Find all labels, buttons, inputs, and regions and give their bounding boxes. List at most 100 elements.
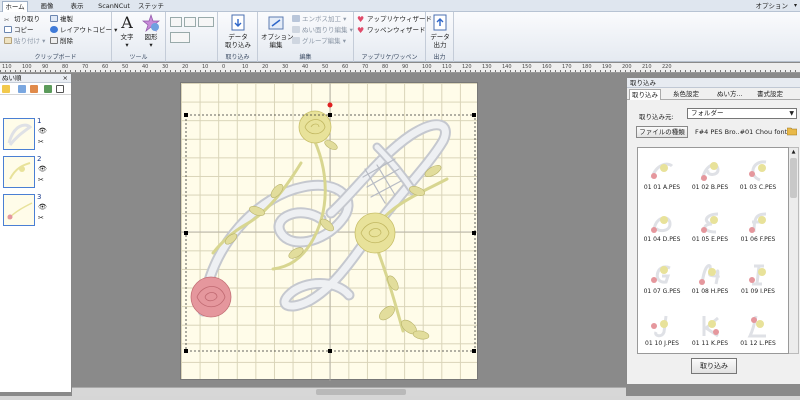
zoom-in-icon[interactable] [170,17,182,27]
fill-edit-button[interactable]: ぬい面りり編集 ▾ [292,25,353,35]
text-icon: A [121,13,133,32]
file-thumbnail [744,156,772,184]
duplicate-button[interactable]: 複製 [50,14,73,24]
tab-view[interactable]: 表示 [64,1,90,12]
order-tool-icon[interactable] [2,85,10,93]
scissors-icon[interactable]: ✂ [38,138,44,146]
copy-button[interactable]: コピー [4,25,34,35]
selection-handle[interactable] [472,113,476,117]
cut-button[interactable]: ✂ 切り取り [4,14,40,24]
eye-icon[interactable]: 👁 [38,127,47,135]
file-item[interactable]: 01 02 B.PES [690,152,730,202]
file-list-scrollbar[interactable]: ▲ [789,147,799,354]
pink-rose [190,276,232,318]
applique-wizard-button[interactable]: ♥ アップリケウィザード [357,14,432,24]
selection-handle[interactable] [184,113,188,117]
horizontal-ruler: 110 100 90 80 70 60 50 40 30 20 10 0 10 … [0,63,800,73]
emboss-button[interactable]: エンボス加工 ▾ [292,14,346,24]
scrollbar-thumb[interactable] [790,158,797,198]
patch-icon: ♥ [357,26,365,35]
chevron-down-icon: ▼ [789,110,794,117]
selection-handle[interactable] [184,231,188,235]
scrollbar-thumb[interactable] [316,389,406,395]
layout-copy-button[interactable]: レイアウトコピー ▾ [50,25,117,35]
clipboard-group: ✂ 切り取り コピー 貼り付け ▾ 複製 レイアウトコピー ▾ 削除 クリップボー… [0,12,117,62]
file-item[interactable]: 01 04 D.PES [642,204,682,254]
rotate-handle[interactable] [327,102,333,108]
text-button[interactable]: A 文字 ▾ [116,13,138,50]
scroll-up-icon[interactable]: ▲ [789,148,798,156]
clipboard-group-label: クリップボード [34,54,77,61]
ribbon-tab-bar: ホーム 画像 表示 ScanNCut ステッチ オプション ▾ [0,0,800,12]
tab-image[interactable]: 画像 [34,1,60,12]
shape-button[interactable]: 図形 ▾ [140,13,162,49]
stitch-item-thumbnail[interactable] [3,118,35,150]
status-bar [0,396,800,400]
yellow-rose-center [354,212,396,254]
output-group-label: 出力 [433,54,446,61]
file-thumbnail [696,260,724,288]
selection-handle[interactable] [184,349,188,353]
data-output-button[interactable]: データ 出力 [428,14,452,49]
selection-handle[interactable] [328,113,332,117]
tab-scanncut[interactable]: ScanNCut [94,1,134,12]
frame-icon[interactable] [56,85,64,93]
option-edit-button[interactable]: オプション 編集 [261,14,294,49]
selection-handle[interactable] [472,231,476,235]
file-item[interactable]: 01 03 C.PES [738,152,778,202]
file-item[interactable]: 01 05 E.PES [690,204,730,254]
tab-stitch[interactable]: ステッチ [138,1,164,12]
zoom-out-icon[interactable] [184,17,196,27]
file-item[interactable]: 01 12 L.PES [738,308,778,353]
import-button[interactable]: 取り込み [691,358,737,374]
stitch-item-thumbnail[interactable] [3,156,35,188]
file-item[interactable]: 01 08 H.PES [690,256,730,306]
file-item[interactable]: 01 10 J.PES [642,308,682,353]
move-order-icon[interactable] [18,85,26,93]
scissors-icon[interactable]: ✂ [38,176,44,184]
patch-wizard-button[interactable]: ♥ ワッペンウィザード [357,25,426,35]
embroidery-design[interactable] [181,83,479,381]
yellow-rose-top [298,110,332,144]
data-import-button[interactable]: データ 取り込み [221,14,255,49]
import-panel-title: 取り込み [627,78,800,88]
file-item[interactable]: 01 09 I.PES [738,256,778,306]
file-item[interactable]: 01 11 K.PES [690,308,730,353]
selection-handle[interactable] [328,349,332,353]
file-thumbnail-list[interactable]: 01 01 A.PES 01 02 B.PES 01 03 C.PES 01 0… [637,147,789,354]
group-edit-button[interactable]: グループ編集 ▾ [292,36,346,46]
merge-icon[interactable] [30,85,38,93]
paste-button[interactable]: 貼り付け ▾ [4,36,45,46]
import-source-select[interactable]: フォルダー ▼ [687,108,797,119]
close-icon[interactable]: × [63,74,68,83]
eye-icon[interactable]: 👁 [38,203,47,211]
file-item[interactable]: 01 01 A.PES [642,152,682,202]
file-thumbnail [696,312,724,340]
clipboard-icon [4,37,12,44]
stitch-item-thumbnail[interactable] [3,194,35,226]
color-icon[interactable] [44,85,52,93]
folder-icon[interactable] [786,126,798,136]
selection-handle[interactable] [472,349,476,353]
chevron-down-icon[interactable]: ▾ [794,1,797,11]
import-group-label: 取り込み [225,54,250,61]
leaves [224,140,442,340]
file-type-button[interactable]: ファイルの種類 [636,126,688,138]
eye-icon[interactable]: 👁 [38,165,47,173]
design-canvas[interactable] [180,82,479,381]
group-edit-icon [292,37,300,44]
horizontal-scrollbar[interactable] [72,387,626,396]
zoom-fit-icon[interactable] [198,17,214,27]
tab-format[interactable]: 書式設定 [755,89,785,100]
options-menu[interactable]: オプション [756,1,789,11]
fill-edit-icon [292,26,300,33]
delete-button[interactable]: 削除 [50,36,73,46]
tab-home[interactable]: ホーム [2,1,28,12]
tab-import[interactable]: 取り込み [629,89,661,100]
tab-thread-color[interactable]: 糸色設定 [671,89,701,100]
pan-icon[interactable] [170,32,190,43]
file-item[interactable]: 01 06 F.PES [738,204,778,254]
file-item[interactable]: 01 07 G.PES [642,256,682,306]
scissors-icon[interactable]: ✂ [38,214,44,222]
tab-stitch-type[interactable]: ぬい方... [715,89,745,100]
